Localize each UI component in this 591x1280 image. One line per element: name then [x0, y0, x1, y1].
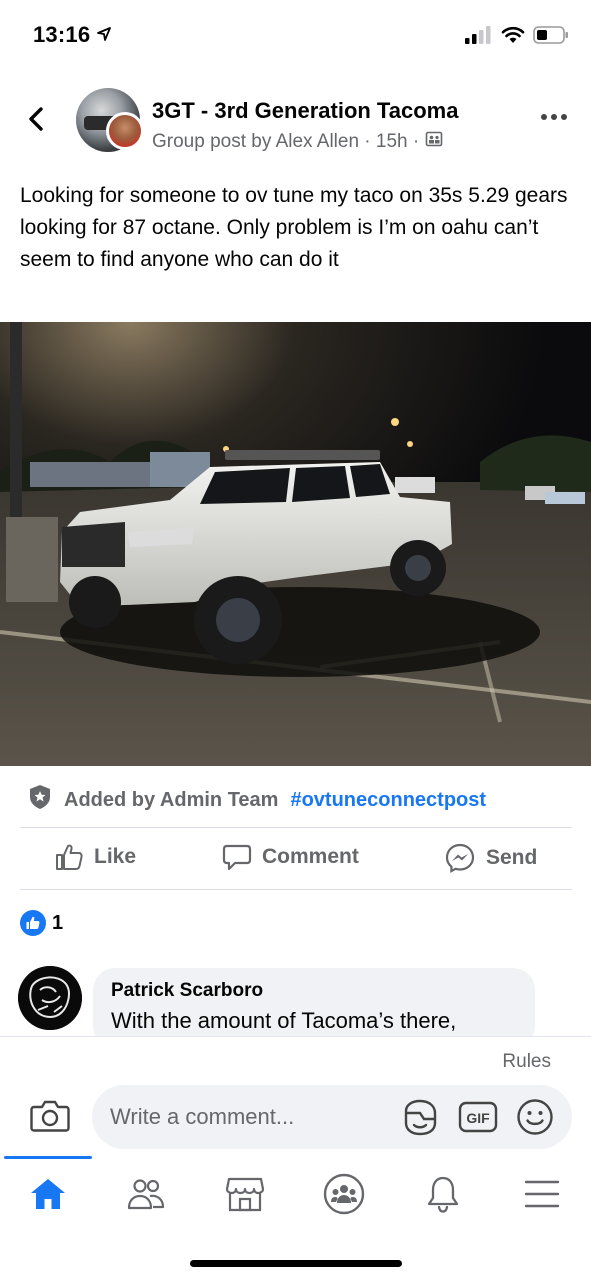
status-bar: 13:16 — [0, 0, 591, 70]
more-options-button[interactable] — [541, 114, 567, 120]
post-actions: Like Comment Send — [0, 838, 591, 884]
group-members-icon — [425, 130, 443, 154]
divider — [20, 889, 572, 890]
post-meta-text: Group post by Alex Allen · 15h · — [152, 131, 420, 152]
wifi-icon — [501, 26, 525, 49]
comment-text: With the amount of Tacoma’s there, — [111, 1008, 457, 1033]
battery-icon — [533, 26, 569, 49]
comment-author[interactable]: Patrick Scarboro — [111, 980, 517, 1002]
groups-icon — [323, 1173, 365, 1215]
send-label: Send — [486, 846, 538, 869]
tab-menu[interactable] — [512, 1174, 572, 1214]
location-arrow-icon — [96, 26, 112, 47]
author-avatar[interactable] — [106, 112, 144, 150]
gif-label: GIF — [466, 1110, 490, 1126]
cellular-signal-icon — [465, 26, 493, 49]
messenger-icon — [445, 843, 475, 873]
like-button[interactable]: Like — [54, 842, 136, 872]
tab-home[interactable] — [18, 1174, 78, 1214]
comment-button[interactable]: Comment — [222, 842, 359, 872]
commenter-avatar[interactable] — [18, 966, 82, 1030]
tab-groups[interactable] — [314, 1173, 374, 1215]
tab-marketplace[interactable] — [215, 1174, 275, 1214]
home-indicator — [190, 1260, 402, 1267]
comment-label: Comment — [262, 845, 359, 868]
send-button[interactable]: Send — [444, 842, 537, 874]
composer-icons: GIF — [400, 1097, 554, 1142]
divider — [20, 827, 572, 828]
status-time: 13:16 — [33, 22, 91, 47]
menu-icon — [524, 1180, 560, 1208]
tab-notifications[interactable] — [413, 1174, 473, 1214]
gif-button[interactable]: GIF — [458, 1101, 498, 1138]
post-header: 3GT - 3rd Generation Tacoma Group post b… — [0, 86, 591, 156]
thumbs-up-icon — [56, 844, 83, 870]
truck-photo — [0, 322, 591, 766]
back-button[interactable] — [22, 104, 52, 134]
post-text: Looking for someone to ov tune my taco o… — [20, 184, 568, 271]
admin-badge-icon — [28, 784, 52, 816]
chevron-left-icon — [29, 107, 43, 131]
like-reaction-icon — [20, 910, 46, 936]
home-icon — [31, 1179, 65, 1209]
hashtag-link[interactable]: #ovtuneconnectpost — [290, 789, 486, 812]
comment-icon — [222, 844, 252, 871]
active-tab-indicator — [4, 1156, 92, 1159]
admin-post-row: Added by Admin Team #ovtuneconnectpost — [28, 784, 486, 816]
post-photo[interactable] — [0, 322, 591, 766]
marketplace-icon — [225, 1177, 265, 1212]
post-meta: Group post by Alex Allen · 15h · — [152, 130, 443, 154]
camera-icon — [30, 1100, 70, 1132]
rules-link[interactable]: Rules — [502, 1051, 551, 1073]
group-name[interactable]: 3GT - 3rd Generation Tacoma — [152, 98, 458, 124]
comment-composer: Rules GIF — [0, 1036, 591, 1160]
bell-icon — [427, 1176, 459, 1213]
reaction-summary[interactable]: 1 — [20, 910, 63, 936]
tab-friends[interactable] — [116, 1174, 176, 1214]
reaction-count: 1 — [52, 911, 64, 934]
friends-icon — [127, 1179, 165, 1210]
admin-added-label: Added by Admin Team — [64, 788, 279, 811]
camera-button[interactable] — [30, 1099, 70, 1138]
emoji-icon[interactable] — [516, 1098, 554, 1141]
avatar-sticker-icon[interactable] — [400, 1097, 440, 1142]
like-label: Like — [94, 845, 137, 868]
